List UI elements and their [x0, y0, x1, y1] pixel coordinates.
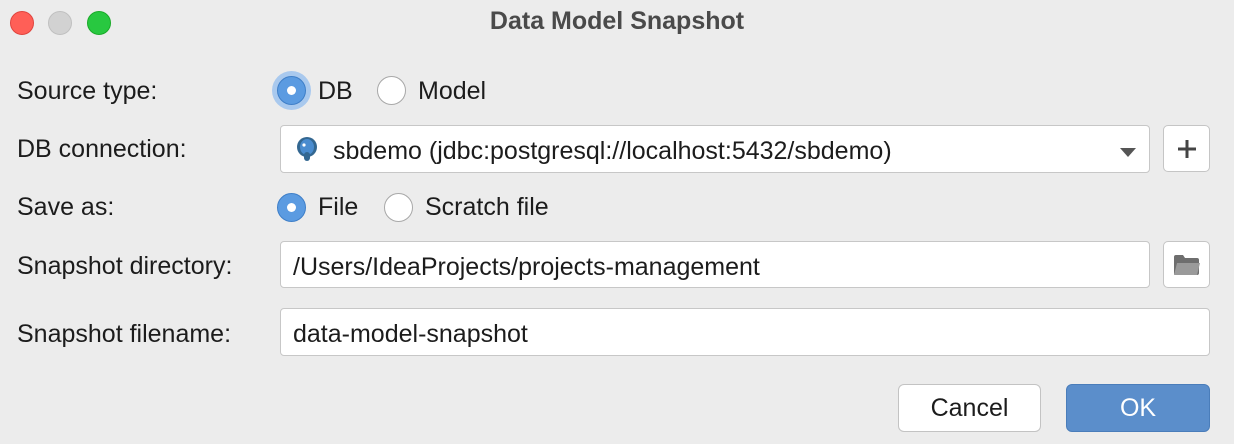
save-as-file-radio[interactable]	[277, 193, 306, 222]
snapshot-filename-label: Snapshot filename:	[17, 320, 232, 348]
folder-icon	[1173, 254, 1201, 281]
save-as-label: Save as:	[17, 193, 115, 221]
db-connection-value: sbdemo (jdbc:postgresql://localhost:5432…	[333, 137, 892, 165]
snapshot-filename-field[interactable]: data-model-snapshot	[280, 308, 1210, 356]
ok-button[interactable]: OK	[1066, 384, 1210, 432]
add-connection-button[interactable]	[1163, 125, 1210, 172]
save-as-scratch-radio[interactable]	[384, 193, 413, 222]
snapshot-directory-value: /Users/IdeaProjects/projects-management	[293, 253, 760, 281]
snapshot-directory-field[interactable]: /Users/IdeaProjects/projects-management	[280, 241, 1150, 288]
source-type-model-radio[interactable]	[377, 76, 406, 105]
title-bar: Data Model Snapshot	[0, 0, 1234, 46]
snapshot-filename-value: data-model-snapshot	[293, 320, 528, 348]
window-title: Data Model Snapshot	[489, 7, 745, 35]
postgresql-elephant-icon	[294, 135, 320, 168]
browse-directory-button[interactable]	[1163, 241, 1210, 288]
db-connection-dropdown[interactable]: sbdemo (jdbc:postgresql://localhost:5432…	[280, 125, 1150, 173]
chevron-down-icon[interactable]	[1119, 145, 1137, 163]
save-as-file-label[interactable]: File	[318, 193, 358, 222]
source-type-db-label[interactable]: DB	[318, 77, 353, 106]
save-as-scratch-label[interactable]: Scratch file	[425, 193, 549, 222]
db-connection-label: DB connection:	[17, 135, 187, 163]
source-type-db-radio[interactable]	[277, 76, 306, 105]
source-type-model-label[interactable]: Model	[418, 77, 486, 106]
cancel-button[interactable]: Cancel	[898, 384, 1041, 432]
snapshot-directory-label: Snapshot directory:	[17, 252, 233, 280]
source-type-label: Source type:	[17, 77, 158, 105]
plus-icon	[1176, 138, 1198, 165]
